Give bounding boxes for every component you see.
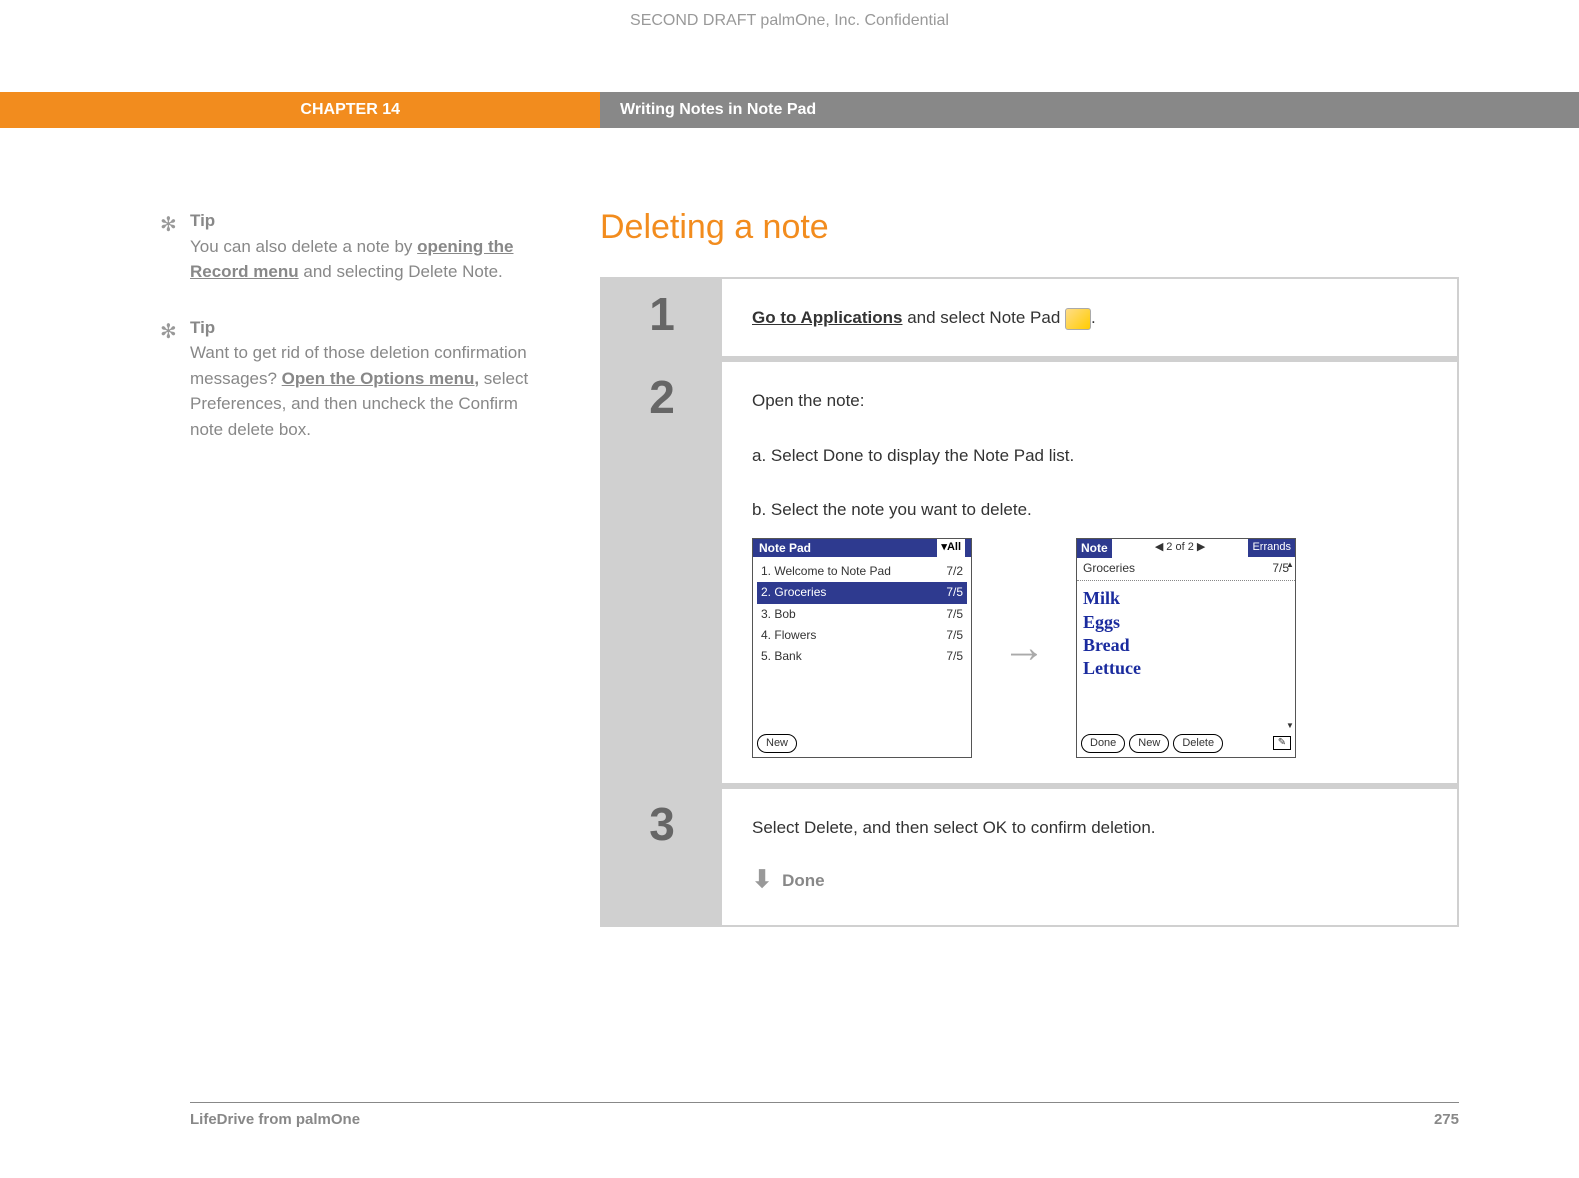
screenshots-row: Note Pad ▾ All 1. Welcome to Note Pad7/2… bbox=[752, 538, 1427, 758]
palm-note-screen: Note ◀ 2 of 2 ▶ Errands Groceries 7/5 Mi… bbox=[1076, 538, 1296, 758]
note-title-row: Groceries 7/5 bbox=[1077, 557, 1295, 581]
star-icon: ✻ bbox=[160, 317, 177, 347]
note-position-nav[interactable]: ◀ 2 of 2 ▶ bbox=[1155, 539, 1205, 557]
palm-app-title: Note Pad bbox=[759, 539, 811, 558]
scroll-indicator[interactable]: ▲▼ bbox=[1287, 559, 1293, 733]
done-label: Done bbox=[782, 867, 825, 894]
palm-app-title: Note bbox=[1077, 539, 1112, 558]
chapter-bar: CHAPTER 14 Writing Notes in Note Pad bbox=[0, 92, 1579, 128]
step-text: and select Note Pad bbox=[902, 308, 1065, 327]
step-body: Open the note: a. Select Done to display… bbox=[722, 362, 1457, 783]
list-item[interactable]: 3. Bob7/5 bbox=[757, 604, 967, 625]
tip-label: Tip bbox=[190, 318, 215, 337]
step-text: Select Delete, and then select OK to con… bbox=[752, 814, 1427, 841]
step-period: . bbox=[1091, 308, 1096, 327]
step-2: 2 Open the note: a. Select Done to displ… bbox=[602, 362, 1457, 783]
done-arrow-icon: ⬇ bbox=[752, 861, 772, 899]
tip-text: You can also delete a note by bbox=[190, 237, 417, 256]
note-title: Groceries bbox=[1083, 559, 1135, 578]
delete-button[interactable]: Delete bbox=[1173, 734, 1223, 754]
sidebar: ✻ Tip You can also delete a note by open… bbox=[0, 208, 600, 927]
handwriting-line: Eggs bbox=[1083, 611, 1289, 634]
note-canvas[interactable]: Milk Eggs Bread Lettuce bbox=[1077, 581, 1295, 687]
step-number: 1 bbox=[602, 279, 722, 356]
footer-product: LifeDrive from palmOne bbox=[190, 1111, 360, 1128]
handwriting-line: Lettuce bbox=[1083, 657, 1289, 680]
step-sub-a: a. Select Done to display the Note Pad l… bbox=[752, 442, 1427, 469]
list-item[interactable]: 1. Welcome to Note Pad7/2 bbox=[757, 561, 967, 582]
chapter-number: CHAPTER 14 bbox=[0, 92, 600, 128]
tip-block-2: ✻ Tip Want to get rid of those deletion … bbox=[190, 315, 540, 443]
notepad-icon bbox=[1065, 308, 1091, 330]
note-category[interactable]: Errands bbox=[1248, 539, 1295, 557]
new-button[interactable]: New bbox=[1129, 734, 1169, 754]
palm-note-footer: Done New Delete ✎ bbox=[1081, 734, 1291, 754]
handwriting-line: Bread bbox=[1083, 634, 1289, 657]
list-item[interactable]: 4. Flowers7/5 bbox=[757, 625, 967, 646]
tip-text-after: and selecting Delete Note. bbox=[299, 262, 503, 281]
chapter-title: Writing Notes in Note Pad bbox=[600, 92, 1579, 128]
pen-icon[interactable]: ✎ bbox=[1273, 736, 1291, 750]
tip-block-1: ✻ Tip You can also delete a note by open… bbox=[190, 208, 540, 285]
palm-list-footer: New bbox=[757, 734, 797, 754]
list-item[interactable]: 5. Bank7/5 bbox=[757, 646, 967, 667]
step-number: 3 bbox=[602, 789, 722, 925]
step-3: 3 Select Delete, and then select OK to c… bbox=[602, 789, 1457, 925]
palm-list-header: Note Pad ▾ All bbox=[753, 539, 971, 557]
step-number: 2 bbox=[602, 362, 722, 783]
new-button[interactable]: New bbox=[757, 734, 797, 754]
step-body: Go to Applications and select Note Pad . bbox=[722, 279, 1457, 356]
arrow-icon: → bbox=[1002, 613, 1046, 683]
step-body: Select Delete, and then select OK to con… bbox=[722, 789, 1457, 925]
done-marker: ⬇ Done bbox=[752, 861, 1427, 899]
goto-applications-link[interactable]: Go to Applications bbox=[752, 308, 902, 327]
content-area: Deleting a note 1 Go to Applications and… bbox=[600, 208, 1579, 927]
palm-note-header: Note ◀ 2 of 2 ▶ Errands bbox=[1077, 539, 1295, 557]
palm-list-screen: Note Pad ▾ All 1. Welcome to Note Pad7/2… bbox=[752, 538, 972, 758]
step-intro: Open the note: bbox=[752, 387, 1427, 414]
list-item-selected[interactable]: 2. Groceries7/5 bbox=[757, 582, 967, 603]
footer-page-number: 275 bbox=[1434, 1111, 1459, 1128]
done-button[interactable]: Done bbox=[1081, 734, 1125, 754]
palm-list: 1. Welcome to Note Pad7/2 2. Groceries7/… bbox=[753, 557, 971, 671]
section-title: Deleting a note bbox=[600, 208, 1459, 247]
palm-category-selector[interactable]: ▾ All bbox=[937, 539, 965, 557]
confidential-header: SECOND DRAFT palmOne, Inc. Confidential bbox=[0, 0, 1579, 42]
star-icon: ✻ bbox=[160, 210, 177, 240]
tip-label: Tip bbox=[190, 211, 215, 230]
page-footer: LifeDrive from palmOne 275 bbox=[190, 1102, 1459, 1128]
step-1: 1 Go to Applications and select Note Pad… bbox=[602, 279, 1457, 356]
handwriting-line: Milk bbox=[1083, 587, 1289, 610]
step-sub-b: b. Select the note you want to delete. bbox=[752, 496, 1427, 523]
steps-container: 1 Go to Applications and select Note Pad… bbox=[600, 277, 1459, 927]
tip-link-options-menu[interactable]: Open the Options menu, bbox=[282, 369, 479, 388]
